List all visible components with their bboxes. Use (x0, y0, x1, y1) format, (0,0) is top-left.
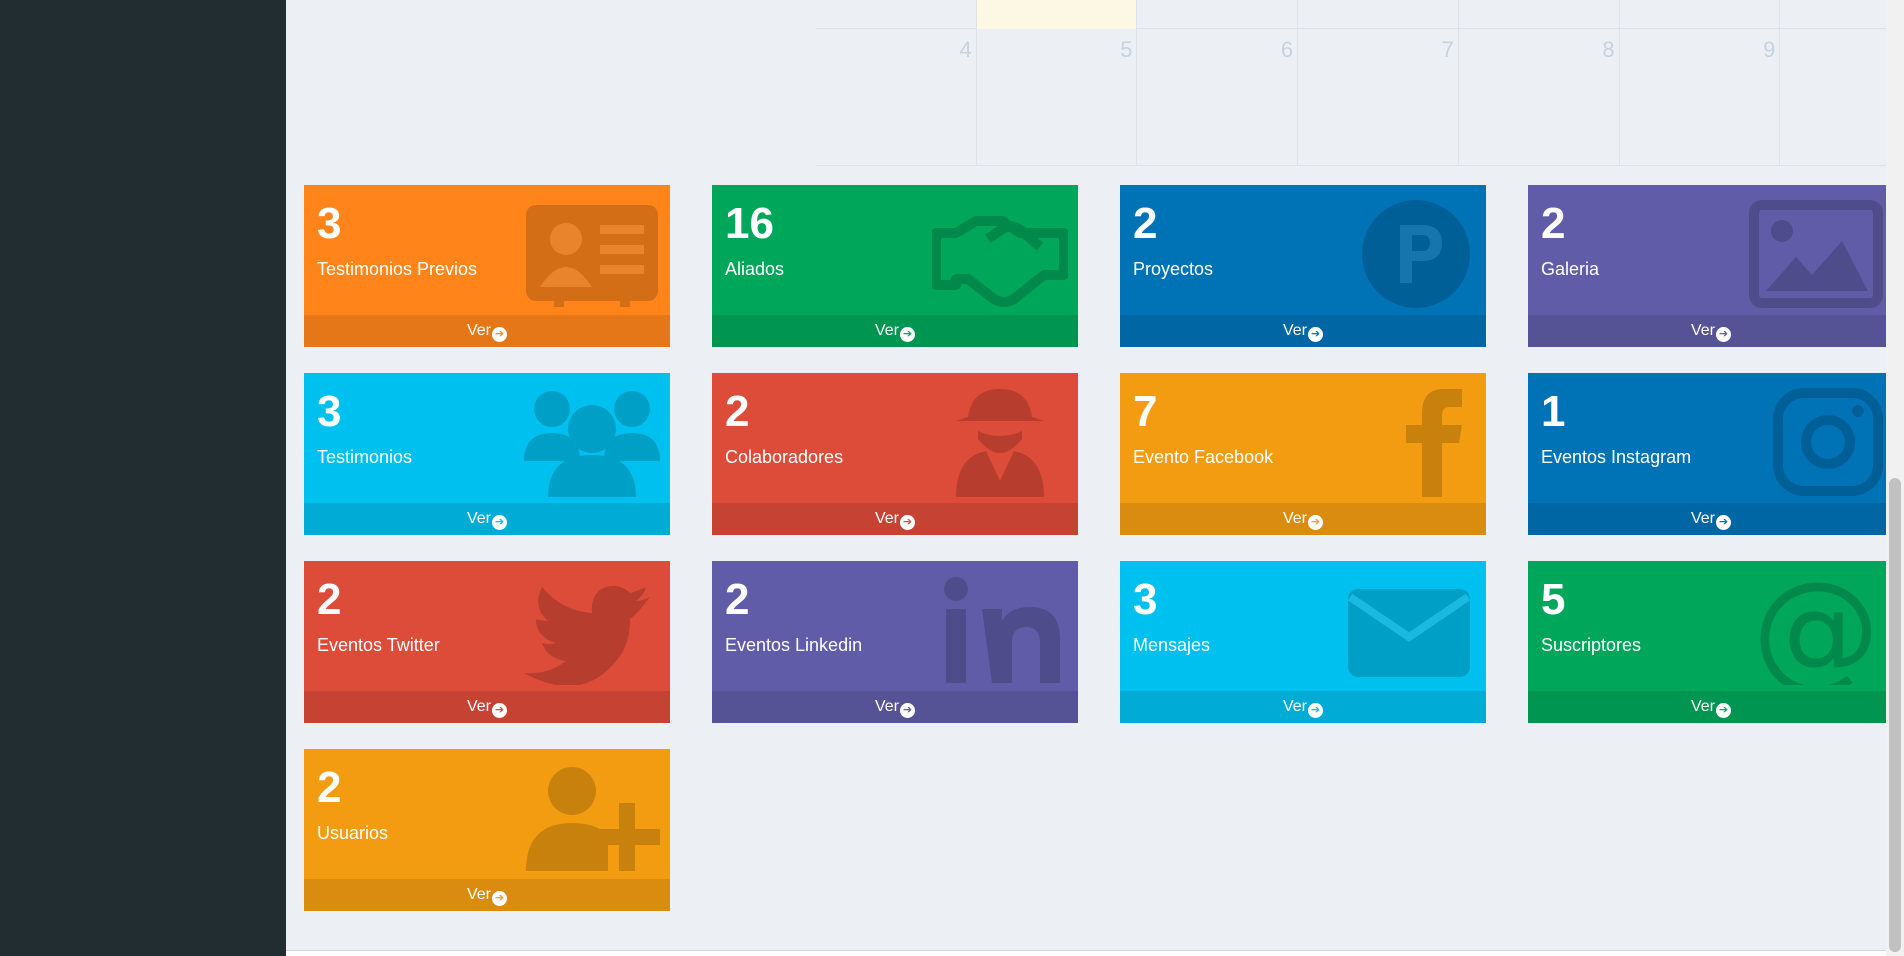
user-plus-icon (524, 763, 660, 873)
calendar-cell[interactable] (1620, 0, 1781, 29)
sidebar (0, 0, 286, 956)
info-box-more-link[interactable]: Ver ➔ (304, 315, 670, 347)
more-link-label: Ver (1282, 698, 1307, 715)
info-box-more-link[interactable]: Ver ➔ (304, 691, 670, 723)
more-link-label: Ver (1690, 698, 1715, 715)
info-box-more-link[interactable]: Ver ➔ (712, 691, 1078, 723)
calendar-week-row-previous (816, 0, 1904, 29)
calendar: 4 5 6 7 8 9 10 (816, 0, 1904, 166)
more-link-label: Ver (1282, 322, 1307, 339)
at-icon: @ (1748, 561, 1884, 704)
arrow-circle-right-icon: ➔ (492, 703, 507, 718)
info-box: 2 Eventos Twitter Ver ➔ (304, 561, 670, 723)
arrow-circle-right-icon: ➔ (1716, 327, 1731, 342)
page-footer (286, 950, 1904, 956)
facebook-icon (1340, 387, 1476, 497)
more-link-label: Ver (874, 698, 899, 715)
calendar-cell[interactable] (1137, 0, 1299, 29)
arrow-circle-right-icon: ➔ (1308, 515, 1323, 530)
info-box-more-link[interactable]: Ver ➔ (712, 315, 1078, 347)
arrow-circle-right-icon: ➔ (1308, 703, 1323, 718)
user-secret-icon (932, 387, 1068, 497)
info-box-more-link[interactable]: Ver ➔ (304, 503, 670, 535)
info-box-more-link[interactable]: Ver ➔ (1120, 691, 1486, 723)
scrollbar[interactable] (1886, 0, 1904, 956)
more-link-label: Ver (466, 322, 491, 339)
info-box-more-link[interactable]: Ver ➔ (1120, 503, 1486, 535)
info-box-more-link[interactable]: Ver ➔ (1528, 691, 1894, 723)
more-link-label: Ver (1282, 510, 1307, 527)
calendar-day[interactable]: 6 (1137, 29, 1299, 165)
info-box: 2 Colaboradores Ver ➔ (712, 373, 1078, 535)
info-box-more-link[interactable]: Ver ➔ (304, 879, 670, 911)
info-box: 3 Testimonios Ver ➔ (304, 373, 670, 535)
info-box-more-link[interactable]: Ver ➔ (1528, 315, 1894, 347)
info-box: 7 Evento Facebook Ver ➔ (1120, 373, 1486, 535)
handshake-icon (931, 199, 1069, 309)
arrow-circle-right-icon: ➔ (1716, 515, 1731, 530)
info-box: 2 Usuarios Ver ➔ (304, 749, 670, 911)
calendar-day[interactable]: 7 (1298, 29, 1459, 165)
info-box: 16 Aliados Ver ➔ (712, 185, 1078, 347)
more-link-label: Ver (1690, 322, 1715, 339)
info-box: 1 Eventos Instagram Ver ➔ (1528, 373, 1894, 535)
more-link-label: Ver (874, 510, 899, 527)
more-link-label: Ver (466, 698, 491, 715)
more-link-label: Ver (466, 886, 491, 903)
info-box: 2 Galeria Ver ➔ (1528, 185, 1894, 347)
calendar-cell[interactable] (1459, 0, 1620, 29)
calendar-day[interactable]: 5 (977, 29, 1138, 165)
scrollbar-thumb[interactable] (1889, 478, 1901, 952)
info-box: 3 Mensajes Ver ➔ (1120, 561, 1486, 723)
calendar-week-row: 4 5 6 7 8 9 10 (816, 29, 1904, 166)
info-box: 3 Testimonios Previos Ver ➔ (304, 185, 670, 347)
calendar-day[interactable]: 9 (1620, 29, 1781, 165)
parking-icon (1340, 199, 1476, 309)
arrow-circle-right-icon: ➔ (1308, 327, 1323, 342)
info-box: 2 Proyectos Ver ➔ (1120, 185, 1486, 347)
calendar-day[interactable]: 4 (816, 29, 977, 165)
image-icon (1748, 199, 1884, 309)
more-link-label: Ver (874, 322, 899, 339)
calendar-cell[interactable] (816, 0, 977, 29)
info-box: 5 Suscriptores @ Ver ➔ (1528, 561, 1894, 723)
envelope-icon (1340, 575, 1476, 685)
calendar-cell-today[interactable] (976, 0, 1138, 29)
info-box-more-link[interactable]: Ver ➔ (1120, 315, 1486, 347)
twitter-icon (524, 575, 660, 687)
info-box: 2 Eventos Linkedin Ver ➔ (712, 561, 1078, 723)
calendar-cell[interactable] (1298, 0, 1459, 29)
arrow-circle-right-icon: ➔ (900, 327, 915, 342)
svg-text:@: @ (1752, 575, 1880, 685)
info-box-more-link[interactable]: Ver ➔ (1528, 503, 1894, 535)
arrow-circle-right-icon: ➔ (900, 515, 915, 530)
arrow-circle-right-icon: ➔ (492, 515, 507, 530)
arrow-circle-right-icon: ➔ (492, 891, 507, 906)
id-card-icon (524, 199, 660, 309)
instagram-icon (1748, 387, 1884, 497)
more-link-label: Ver (466, 510, 491, 527)
info-box-more-link[interactable]: Ver ➔ (712, 503, 1078, 535)
users-icon (524, 387, 660, 497)
arrow-circle-right-icon: ➔ (1716, 703, 1731, 718)
arrow-circle-right-icon: ➔ (900, 703, 915, 718)
more-link-label: Ver (1690, 510, 1715, 527)
calendar-day[interactable]: 8 (1459, 29, 1620, 165)
linkedin-icon (932, 575, 1068, 685)
arrow-circle-right-icon: ➔ (492, 327, 507, 342)
